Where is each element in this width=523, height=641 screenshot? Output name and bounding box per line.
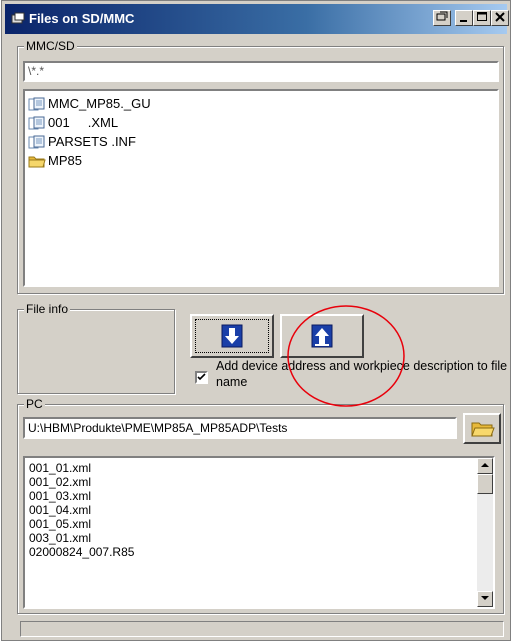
pc-file-list[interactable]: 001_01.xml 001_02.xml 001_03.xml 001_04.xml… — [23, 456, 495, 609]
minimize-button[interactable] — [455, 10, 473, 26]
pc-list-scrollbar[interactable] — [477, 458, 493, 607]
download-to-pc-button[interactable] — [190, 314, 274, 358]
list-item[interactable]: 02000824_007.R85 — [29, 545, 489, 559]
folder-open-icon — [471, 422, 495, 437]
scroll-up-button[interactable] — [477, 458, 493, 474]
folder-icon — [28, 156, 46, 167]
list-item[interactable]: PARSETS .INF — [28, 132, 494, 151]
minimize-icon — [460, 20, 467, 22]
close-icon — [495, 12, 505, 22]
arrow-down-icon — [221, 324, 243, 348]
list-item[interactable]: 001_03.xml — [29, 489, 489, 503]
list-item[interactable]: 001_02.xml — [29, 475, 489, 489]
file-name: MP85 — [48, 153, 82, 168]
list-item[interactable]: 003_01.xml — [29, 531, 489, 545]
title-bar[interactable]: Files on SD/MMC — [5, 4, 509, 34]
window-title: Files on SD/MMC — [29, 11, 135, 26]
list-item[interactable]: MMC_MP85._GU — [28, 94, 494, 113]
list-item[interactable]: 001_05.xml — [29, 517, 489, 531]
add-address-checkbox[interactable] — [195, 371, 208, 384]
list-item[interactable]: 001_04.xml — [29, 503, 489, 517]
file-name: PARSETS .INF — [48, 134, 136, 149]
list-item[interactable]: 001_01.xml — [29, 461, 489, 475]
file-info-group: File info — [17, 302, 175, 394]
scroll-down-button[interactable] — [477, 591, 493, 607]
mmc-group-label: MMC/SD — [24, 39, 77, 53]
scroll-thumb[interactable] — [477, 474, 493, 494]
list-item[interactable]: MP85 — [28, 151, 494, 170]
pc-path-field[interactable]: U:\HBM\Produkte\PME\MP85A_MP85ADP\Tests — [23, 417, 457, 439]
file-info-group-label: File info — [24, 302, 71, 316]
maximize-button[interactable] — [473, 10, 491, 26]
mmc-file-list[interactable]: MMC_MP85._GU 001 .XML PARSETS .INF MP85 — [23, 89, 499, 287]
scroll-down-icon — [481, 596, 489, 600]
scroll-up-icon — [481, 463, 489, 467]
list-item[interactable]: 001 .XML — [28, 113, 494, 132]
status-bar — [20, 621, 504, 637]
file-name: MMC_MP85._GU — [48, 96, 151, 111]
annotation-circle — [287, 305, 405, 407]
maximize-icon — [477, 12, 487, 21]
close-button[interactable] — [491, 10, 509, 26]
mmc-path-field[interactable]: \*.* — [23, 61, 499, 82]
file-name: 001 .XML — [48, 115, 119, 130]
file-icon — [28, 135, 45, 148]
help-button[interactable] — [433, 10, 451, 26]
dialog-window: Files on SD/MMC MMC/SD \*.* MMC_MP85._GU… — [1, 0, 511, 641]
checkmark-icon — [197, 373, 206, 381]
app-icon — [11, 12, 25, 24]
help-icon — [436, 11, 448, 21]
file-icon — [28, 97, 45, 110]
browse-folder-button[interactable] — [463, 413, 501, 444]
pc-group-label: PC — [24, 397, 45, 411]
file-icon — [28, 116, 45, 129]
